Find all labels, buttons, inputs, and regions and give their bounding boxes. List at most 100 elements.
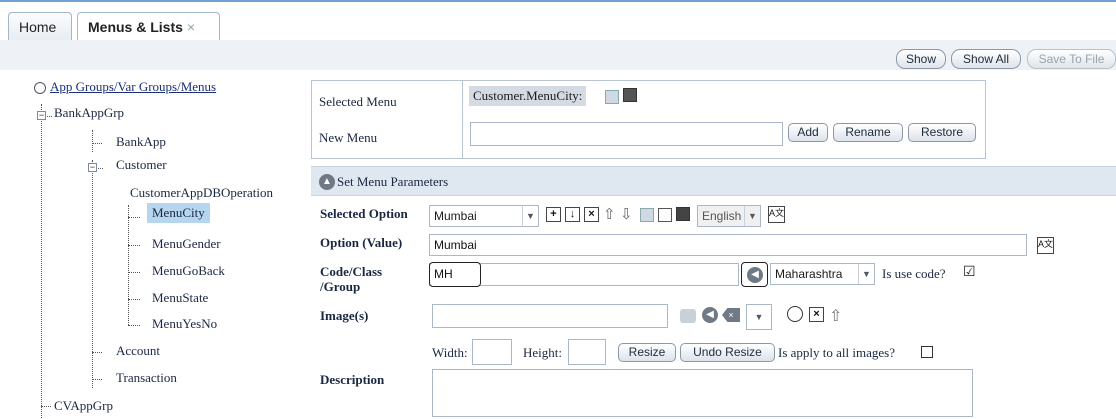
selected-menu-panel: Selected Menu New Menu Customer.MenuCity… xyxy=(311,80,986,159)
save-to-file-button[interactable]: Save To File xyxy=(1027,49,1116,69)
tree-branch-line xyxy=(128,325,140,326)
description-label: Description xyxy=(320,372,385,387)
tree-item-transaction[interactable]: Transaction xyxy=(116,370,177,386)
selected-menu-value: Customer.MenuCity: xyxy=(469,86,587,106)
tree-item-account[interactable]: Account xyxy=(116,343,160,359)
option-value-label: Option (Value) xyxy=(320,235,403,250)
tree-branch-line xyxy=(128,217,140,218)
tree-item-bankapp[interactable]: BankApp xyxy=(116,134,166,150)
group-value: Maharashtra xyxy=(775,267,843,281)
move-down-icon[interactable]: ⇩ xyxy=(620,205,633,223)
document-icon[interactable] xyxy=(640,208,654,222)
language-value: English xyxy=(702,209,742,223)
new-menu-input[interactable] xyxy=(470,122,783,146)
tab-menus-and-lists[interactable]: Menus & Lists × xyxy=(77,12,220,43)
move-up-icon[interactable]: ⇧ xyxy=(603,205,616,223)
close-tab-icon[interactable]: × xyxy=(187,19,195,35)
chevron-down-icon: ▼ xyxy=(858,264,874,284)
tree-item-customer[interactable]: Customer xyxy=(116,157,167,173)
selected-option-select[interactable]: Mumbai ▼ xyxy=(429,205,539,227)
images-input[interactable] xyxy=(432,304,668,328)
add-button[interactable]: Add xyxy=(788,123,828,142)
code-picker-button[interactable]: ◀ xyxy=(741,262,768,287)
tree-item-cvappgrp[interactable]: CVAppGrp xyxy=(54,398,113,414)
tree-root-link[interactable]: App Groups/Var Groups/Menus xyxy=(50,79,216,95)
translate-icon[interactable]: A文 xyxy=(768,206,785,223)
backspace-icon[interactable]: × xyxy=(722,308,740,322)
rename-button[interactable]: Rename xyxy=(833,123,903,142)
tree-item-menugoback[interactable]: MenuGoBack xyxy=(152,263,225,279)
tree-branch-line xyxy=(92,352,102,353)
image-select[interactable]: ▼ xyxy=(746,304,772,330)
tree-branch-line xyxy=(47,116,52,117)
document-icon[interactable] xyxy=(605,90,619,104)
images-label: Image(s) xyxy=(320,308,369,323)
tree-guide-line xyxy=(92,130,93,152)
width-input[interactable] xyxy=(472,339,512,365)
undo-resize-button[interactable]: Undo Resize xyxy=(680,343,775,362)
is-use-code-label: Is use code? xyxy=(882,266,946,281)
selected-option-value: Mumbai xyxy=(434,209,477,223)
tree-branch-line xyxy=(128,245,140,246)
code-class-label: Code/Class /Group xyxy=(320,264,382,294)
apply-all-label: Is apply to all images? xyxy=(778,345,895,360)
tree-item-menugender[interactable]: MenuGender xyxy=(152,236,221,252)
translate-icon[interactable]: A文 xyxy=(1037,237,1054,254)
refresh-icon[interactable] xyxy=(34,82,46,94)
paste-icon[interactable] xyxy=(676,207,690,221)
language-select[interactable]: English ▼ xyxy=(697,205,761,227)
description-textarea[interactable] xyxy=(432,369,973,417)
collapse-toggle-icon[interactable]: − xyxy=(88,163,97,172)
resize-button[interactable]: Resize xyxy=(618,343,676,362)
tree-branch-line xyxy=(128,299,140,300)
tree-item-bankappgrp[interactable]: BankAppGrp xyxy=(54,105,124,121)
previous-icon: ◀ xyxy=(747,267,763,283)
selected-menu-label: Selected Menu xyxy=(319,94,397,109)
collapse-icon[interactable]: ▲ xyxy=(319,174,335,190)
section-title: Set Menu Parameters xyxy=(337,174,449,189)
height-label: Height: xyxy=(523,345,562,360)
apply-all-checkbox[interactable] xyxy=(921,346,933,358)
tree-guide-line xyxy=(41,104,42,419)
selected-option-label: Selected Option xyxy=(320,206,408,221)
refresh-icon[interactable] xyxy=(787,306,803,322)
option-value-input[interactable]: Mumbai xyxy=(429,234,1027,256)
clear-image-icon[interactable]: × xyxy=(809,307,824,322)
tree-branch-line xyxy=(41,406,51,407)
copy-icon[interactable] xyxy=(623,88,637,102)
chevron-down-icon: ▼ xyxy=(754,312,764,322)
previous-image-icon[interactable]: ◀ xyxy=(702,307,718,323)
chevron-down-icon: ▼ xyxy=(744,206,760,226)
is-use-code-checkbox[interactable]: ☑ xyxy=(963,264,976,280)
group-select[interactable]: Maharashtra ▼ xyxy=(770,263,875,285)
menu-value-column: Customer.MenuCity: Add Rename Restore xyxy=(462,81,985,158)
collapse-toggle-icon[interactable]: − xyxy=(37,111,46,120)
image-preview-icon[interactable] xyxy=(680,309,696,323)
tree-branch-line xyxy=(92,379,102,380)
tree-item-menustate[interactable]: MenuState xyxy=(152,290,208,306)
tab-menus-label: Menus & Lists xyxy=(88,19,183,35)
tree-branch-line xyxy=(92,143,102,144)
tab-bar: Home Menus & Lists × xyxy=(0,0,1116,43)
copy-icon[interactable] xyxy=(658,208,672,222)
tree-item-menuyesno[interactable]: MenuYesNo xyxy=(152,316,217,332)
set-menu-parameters-header[interactable]: ▲ Set Menu Parameters xyxy=(311,166,1116,196)
height-input[interactable] xyxy=(568,339,606,365)
show-button[interactable]: Show xyxy=(896,49,946,69)
tab-home-label: Home xyxy=(19,19,57,35)
menu-label-column: Selected Menu New Menu xyxy=(312,81,462,158)
tab-home[interactable]: Home xyxy=(8,12,72,42)
tree-guide-line xyxy=(92,160,93,388)
tree-guide-line xyxy=(128,205,129,325)
add-option-icon[interactable]: + xyxy=(546,207,561,222)
tree-item-menucity[interactable]: MenuCity xyxy=(147,203,210,223)
insert-option-icon[interactable]: ↓ xyxy=(565,207,580,222)
code-input[interactable]: MH xyxy=(429,262,481,287)
restore-button[interactable]: Restore xyxy=(908,123,976,142)
tree-branch-line xyxy=(98,168,103,169)
width-label: Width: xyxy=(432,345,468,360)
upload-icon[interactable]: ⇧ xyxy=(829,306,842,325)
show-all-button[interactable]: Show All xyxy=(951,49,1021,69)
tree-item-customerappdboperation[interactable]: CustomerAppDBOperation xyxy=(130,185,273,201)
delete-option-icon[interactable]: × xyxy=(584,207,599,222)
